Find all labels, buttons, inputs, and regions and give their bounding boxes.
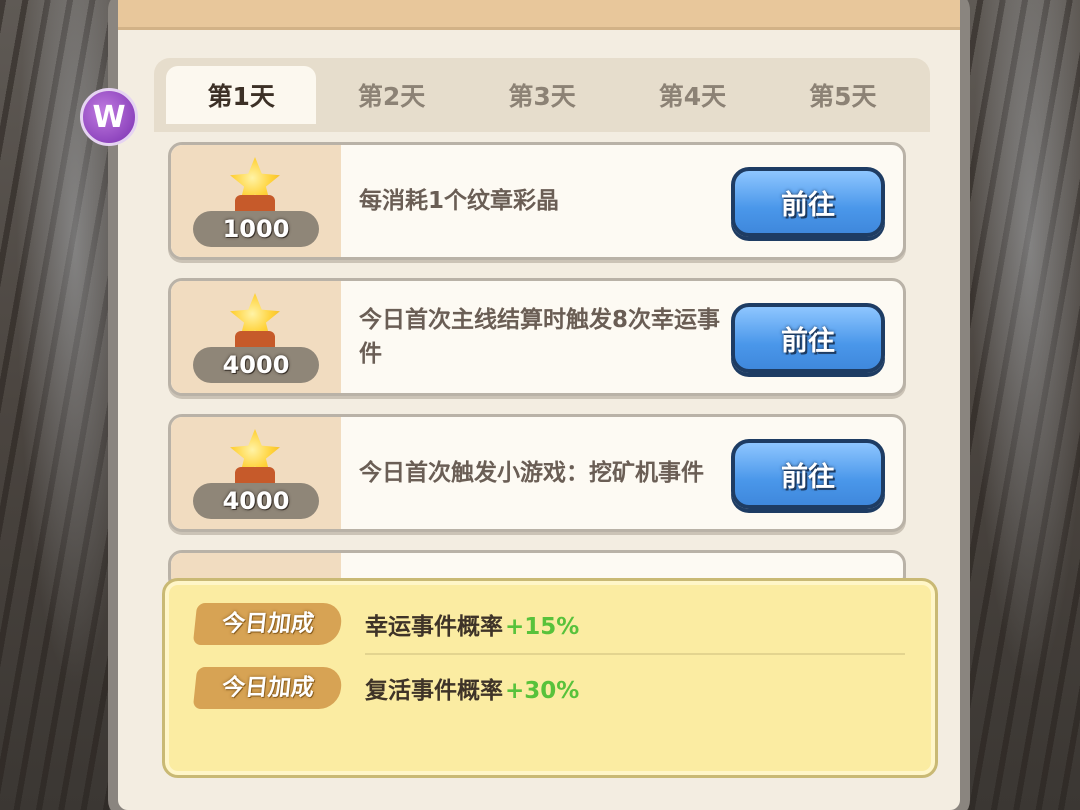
bonus-text: 复活事件概率+30% bbox=[365, 671, 579, 705]
task-row: 4000 今日首次触发小游戏：挖矿机事件 前往 bbox=[168, 414, 906, 532]
day-tabs: 第1天 第2天 第3天 第4天 第5天 bbox=[154, 58, 930, 132]
reward-amount: 4000 bbox=[193, 483, 319, 519]
go-button[interactable]: 前往 bbox=[731, 303, 885, 373]
task-description: 每消耗1个纹章彩晶 bbox=[359, 188, 560, 214]
background-forest-right bbox=[955, 0, 1080, 810]
tab-day-3[interactable]: 第3天 bbox=[467, 66, 617, 124]
reward-box: 4000 bbox=[171, 281, 341, 393]
reward-box: 1000 bbox=[171, 145, 341, 257]
bonus-tag: 今日加成 bbox=[192, 667, 344, 709]
tab-day-2[interactable]: 第2天 bbox=[316, 66, 466, 124]
task-description: 今日首次触发小游戏：挖矿机事件 bbox=[359, 460, 704, 486]
go-button[interactable]: 前往 bbox=[731, 439, 885, 509]
event-panel: 第1天 第2天 第3天 第4天 第5天 1000 每消耗1个纹章彩晶 前往 40… bbox=[108, 0, 970, 810]
daily-bonus-panel: 今日加成 幸运事件概率+15% 今日加成 复活事件概率+30% bbox=[162, 578, 938, 778]
bonus-value: +30% bbox=[505, 678, 580, 704]
bonus-value: +15% bbox=[505, 614, 580, 640]
task-list[interactable]: 1000 每消耗1个纹章彩晶 前往 4000 今日首次主线结算时触发8次幸运事件… bbox=[168, 142, 910, 630]
tab-day-4[interactable]: 第4天 bbox=[617, 66, 767, 124]
bonus-tag: 今日加成 bbox=[192, 603, 344, 645]
reward-box: 4000 bbox=[171, 417, 341, 529]
panel-content: 第1天 第2天 第3天 第4天 第5天 1000 每消耗1个纹章彩晶 前往 40… bbox=[154, 58, 938, 778]
divider bbox=[365, 653, 905, 655]
go-button[interactable]: 前往 bbox=[731, 167, 885, 237]
reward-amount: 4000 bbox=[193, 347, 319, 383]
bonus-row: 今日加成 幸运事件概率+15% bbox=[192, 599, 905, 649]
bonus-text: 幸运事件概率+15% bbox=[365, 607, 579, 641]
task-row: 1000 每消耗1个纹章彩晶 前往 bbox=[168, 142, 906, 260]
bonus-label: 幸运事件概率 bbox=[365, 614, 503, 640]
tab-day-1[interactable]: 第1天 bbox=[166, 66, 317, 124]
task-row: 4000 今日首次主线结算时触发8次幸运事件 前往 bbox=[168, 278, 906, 396]
bonus-row: 今日加成 复活事件概率+30% bbox=[192, 663, 905, 713]
tab-day-5[interactable]: 第5天 bbox=[768, 66, 918, 124]
app-logo: W bbox=[80, 88, 138, 146]
panel-header-strip bbox=[118, 0, 960, 30]
reward-amount: 1000 bbox=[193, 211, 319, 247]
bonus-label: 复活事件概率 bbox=[365, 678, 503, 704]
task-description: 今日首次主线结算时触发8次幸运事件 bbox=[359, 307, 721, 367]
